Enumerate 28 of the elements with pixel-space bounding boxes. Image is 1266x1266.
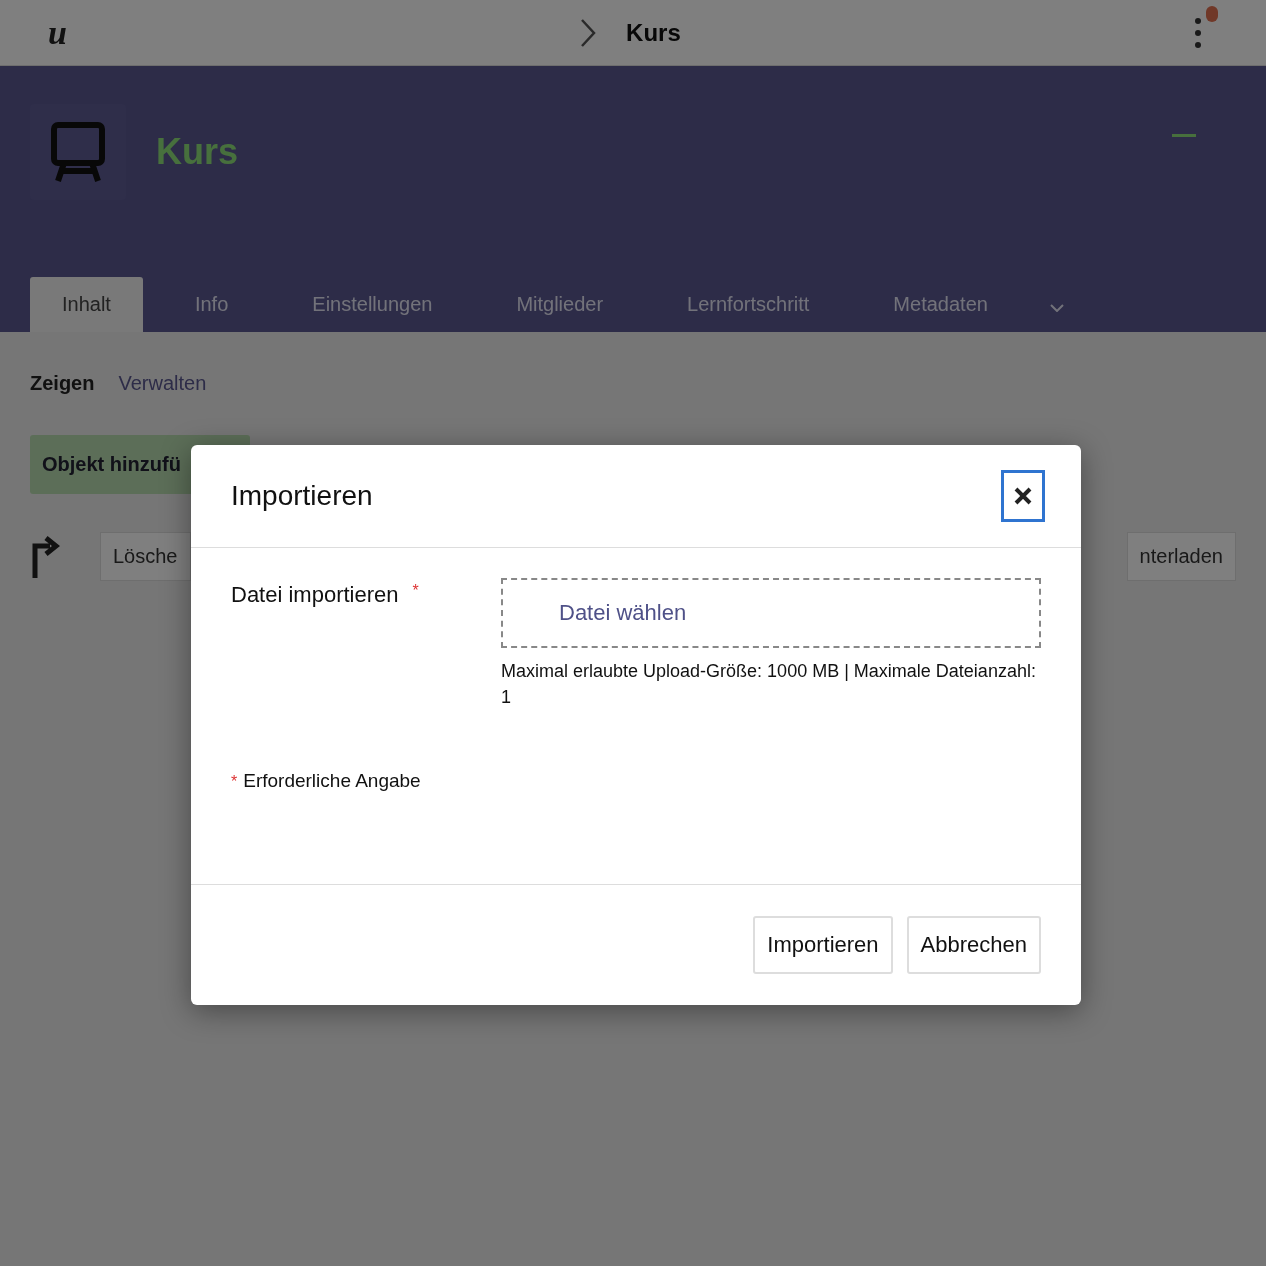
more-tabs-icon[interactable] <box>1049 304 1064 312</box>
dialog-button[interactable]: Importieren <box>753 916 893 974</box>
dialog-button[interactable]: Abbrechen <box>906 916 1041 974</box>
delete-button[interactable]: Lösche <box>100 532 191 581</box>
tab[interactable]: Metadaten <box>861 277 1020 332</box>
chevron-icon <box>580 17 597 48</box>
file-choose-button[interactable]: Datei wählen <box>501 578 1041 648</box>
close-button[interactable] <box>1001 470 1045 522</box>
download-button[interactable]: nterladen <box>1126 532 1236 581</box>
tab[interactable]: Lernfortschritt <box>655 277 842 332</box>
subtab[interactable]: Zeigen <box>30 372 95 395</box>
required-mark: * <box>231 773 238 791</box>
required-note: Erforderliche Angabe <box>243 770 421 792</box>
more-icon[interactable] <box>1194 15 1202 50</box>
course-title: Kurs <box>156 131 240 173</box>
close-icon <box>1014 487 1032 505</box>
logo[interactable]: u <box>48 13 67 52</box>
tab[interactable]: Mitglieder <box>484 277 636 332</box>
required-mark: * <box>412 582 419 601</box>
upload-hint: Maximal erlaubte Upload-Größe: 1000 MB | Maximale Dateianzahl: 1 <box>501 660 1037 709</box>
field-label: Datei importieren <box>231 582 399 609</box>
tab[interactable]: Info <box>162 277 261 332</box>
breadcrumb[interactable]: Kurs <box>626 18 681 47</box>
presentation-board-icon <box>50 121 106 183</box>
tab[interactable]: Inhalt <box>30 277 143 332</box>
tab[interactable]: Einstellungen <box>280 277 465 332</box>
subtab[interactable]: Verwalten <box>118 372 207 395</box>
turn-arrow-icon <box>30 533 60 580</box>
